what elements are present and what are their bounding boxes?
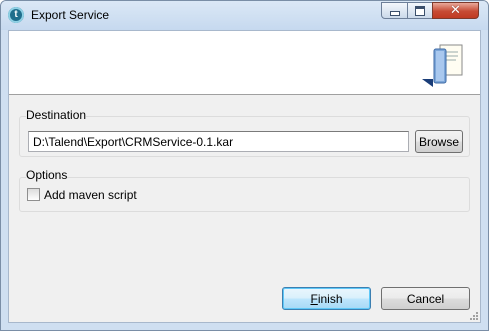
title-bar[interactable]: t Export Service ✕: [1, 1, 488, 30]
export-service-dialog: t Export Service ✕ Destination Br: [0, 0, 489, 331]
close-icon: ✕: [450, 3, 461, 18]
finish-label: inish: [317, 291, 343, 306]
talend-app-icon: t: [8, 7, 24, 23]
maximize-button[interactable]: [407, 2, 433, 19]
destination-label: Destination: [26, 108, 87, 122]
minimize-button[interactable]: [381, 2, 408, 19]
browse-button[interactable]: Browse: [415, 130, 463, 153]
add-maven-checkbox[interactable]: [27, 188, 40, 201]
minimize-icon: [389, 11, 400, 16]
wizard-banner: [9, 31, 480, 95]
add-maven-label[interactable]: Add maven script: [44, 188, 137, 202]
finish-button[interactable]: Finish: [282, 287, 371, 310]
close-button[interactable]: ✕: [432, 2, 479, 19]
dialog-content: Destination Browse Options Add maven scr…: [8, 30, 481, 323]
options-label: Options: [26, 168, 68, 182]
finish-hotkey: F: [310, 291, 318, 306]
destination-path-input[interactable]: [28, 131, 409, 152]
cancel-button[interactable]: Cancel: [381, 287, 470, 310]
maximize-icon: [415, 5, 425, 16]
window-title: Export Service: [31, 8, 110, 22]
resize-grip-icon[interactable]: [469, 311, 479, 321]
export-wizard-icon: [422, 44, 463, 87]
